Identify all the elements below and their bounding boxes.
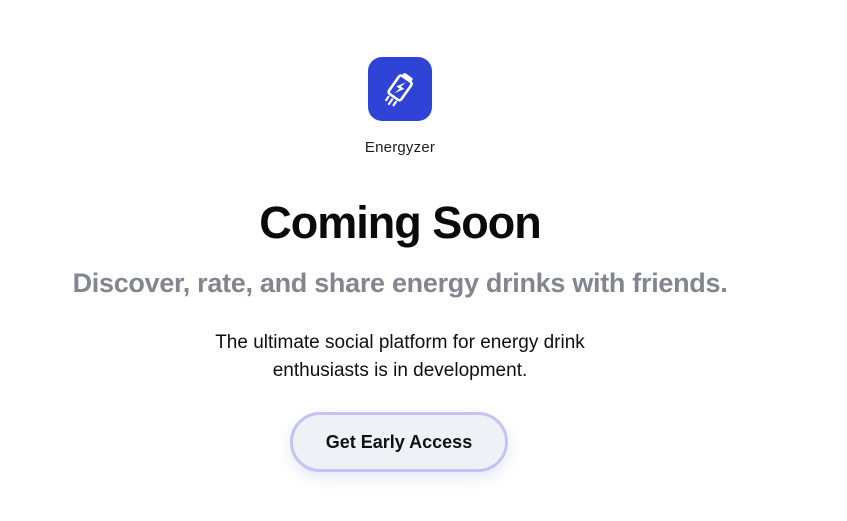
app-icon [368, 57, 432, 121]
coming-soon-page: Energyzer Coming Soon Discover, rate, an… [0, 0, 847, 521]
app-name: Energyzer [364, 139, 436, 156]
subheadline: Discover, rate, and share energy drinks … [72, 268, 728, 298]
get-early-access-button[interactable]: Get Early Access [290, 412, 508, 472]
energy-can-rocket-icon [385, 73, 413, 107]
page-title: Coming Soon [259, 197, 541, 248]
description: The ultimate social platform for energy … [215, 332, 585, 381]
